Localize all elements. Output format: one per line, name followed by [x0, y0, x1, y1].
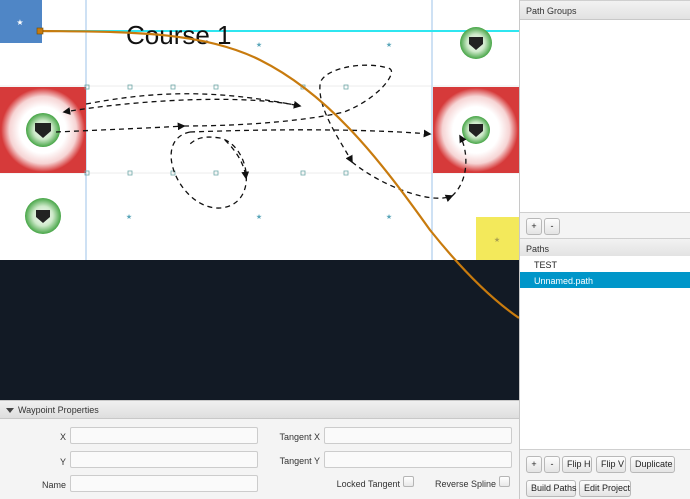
tangent-x-field[interactable] [324, 427, 512, 444]
x-field[interactable] [70, 427, 258, 444]
add-path-button[interactable]: + [526, 456, 542, 473]
svg-text:★: ★ [386, 213, 392, 221]
course-title: Course 1 [126, 20, 232, 50]
tangent-y-field[interactable] [324, 451, 512, 468]
remove-path-button[interactable]: - [544, 456, 560, 473]
collapse-triangle-icon [6, 408, 14, 414]
path-item-test[interactable]: TEST [520, 256, 690, 272]
tangent-x-label: Tangent X [279, 432, 320, 442]
svg-text:★: ★ [386, 41, 392, 49]
add-path-group-button[interactable]: + [526, 218, 542, 235]
dashed-path-8 [170, 131, 247, 209]
svg-text:★: ★ [494, 236, 500, 244]
dashed-path-7 [189, 129, 432, 138]
edit-project-button[interactable]: Edit Project [579, 480, 631, 497]
y-field[interactable] [70, 451, 258, 468]
waypoint-properties-title: Waypoint Properties [18, 405, 99, 415]
svg-text:★: ★ [256, 41, 262, 49]
path-groups-header: Path Groups [520, 0, 690, 20]
waypoint-properties-panel: Waypoint Properties X Y Name Tangent X T… [0, 400, 519, 499]
field-drawing: ★ ★ ★ ★ ★ ★ ★ [0, 0, 519, 260]
dashed-path-4 [183, 64, 393, 164]
remove-path-group-button[interactable]: - [544, 218, 560, 235]
svg-text:★: ★ [16, 18, 23, 27]
paths-list[interactable]: TEST Unnamed.path [520, 256, 690, 450]
waypoint-properties-header[interactable]: Waypoint Properties [0, 401, 519, 419]
field-canvas[interactable]: ★ ★ ★ ★ ★ ★ ★ Course 1 [0, 0, 519, 260]
name-field[interactable] [70, 475, 258, 492]
reverse-spline-label: Reverse Spline [434, 479, 496, 489]
field-background-area[interactable] [0, 260, 519, 400]
duplicate-button[interactable]: Duplicate [630, 456, 675, 473]
svg-text:★: ★ [256, 213, 262, 221]
flip-v-button[interactable]: Flip V [596, 456, 626, 473]
svg-text:★: ★ [126, 213, 132, 221]
path-planner-window: ★ ★ ★ ★ ★ ★ ★ Course 1 Waypoint Properti… [0, 0, 690, 499]
name-label: Name [41, 480, 66, 490]
reverse-spline-checkbox[interactable] [499, 476, 510, 487]
tangent-y-label: Tangent Y [279, 456, 320, 466]
path-groups-list[interactable] [520, 20, 690, 213]
right-panel: Path Groups + - Paths TEST Unnamed.path … [519, 0, 690, 499]
flip-h-button[interactable]: Flip H [562, 456, 592, 473]
path-item-unnamed[interactable]: Unnamed.path [520, 272, 690, 288]
locked-tangent-label: Locked Tangent [336, 479, 400, 489]
build-paths-button[interactable]: Build Paths [526, 480, 577, 497]
paths-header: Paths [520, 238, 690, 258]
locked-tangent-checkbox[interactable] [403, 476, 414, 487]
y-label: Y [59, 457, 66, 467]
x-label: X [59, 432, 66, 442]
